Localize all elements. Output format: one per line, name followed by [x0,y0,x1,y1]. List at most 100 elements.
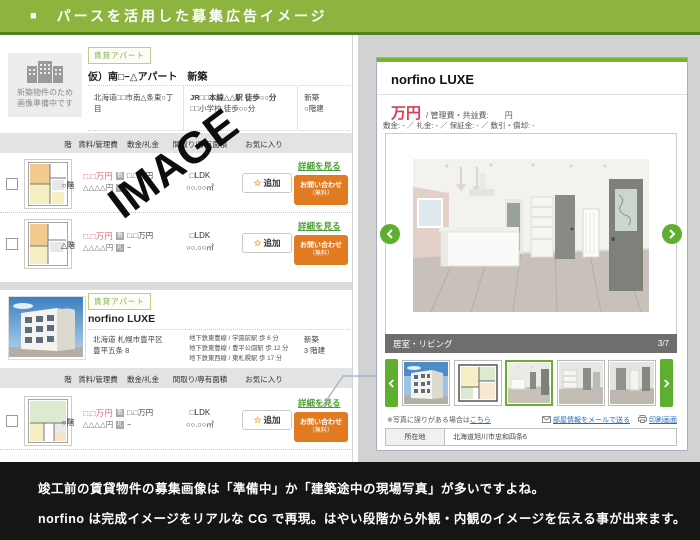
photo-counter: 3/7 [657,339,669,348]
row-checkbox[interactable] [6,238,18,250]
thumb-exterior-image [404,362,448,404]
image-placeholder: 新築物件のため 画像準備中です [8,53,82,117]
star-icon: ☆ [253,237,262,248]
listing1-access: JR□□本線△△駅 徒歩○○分 □□小学校 徒歩○○分 [183,86,299,130]
location-row: 所在地 北海道旭川市忠和四条6 [385,428,677,446]
page-title: パースを活用した募集広告イメージ [56,8,328,24]
thumbnail-exterior[interactable] [402,360,450,406]
photo-report-link[interactable]: こちら [470,415,491,425]
building-icon [27,61,63,83]
thumb-floorplan-image [456,362,500,404]
location-value: 北海道旭川市忠和四条6 [453,434,527,441]
chevron-right-icon [669,229,676,239]
chevron-left-icon [386,229,393,239]
detail-link[interactable]: 詳細を見る [298,397,341,409]
slide-header: ■ パースを活用した募集広告イメージ [0,0,700,35]
chevron-left-icon [388,378,394,388]
photo-caption: 居室・リビング [393,338,453,349]
detail-card: norfino LUXE 万円 / 管理費・共益費: 円 敷金: - ／ 礼金:… [376,57,688,451]
contact-button[interactable]: お問い合わせ （無料） [294,412,348,442]
listing1-title: 仮）南□−△アパート 新築 [88,72,208,83]
footer-line2: norfino は完成イメージをリアルな CG で再現。はやい段階から外観・内観… [38,512,686,526]
listing2-access: 地下鉄東豊線 / 学園前駅 歩 6 分 地下鉄東豊線 / 豊平公園駅 歩 12 … [189,335,289,362]
property-type-badge: 賃貸アパート [88,47,151,64]
listing1-address: 北海道□□市南△条東○丁目 [94,93,174,113]
thumbs-next-button[interactable] [660,359,673,407]
detail-area: norfino LUXE 万円 / 管理費・共益費: 円 敷金: - ／ 礼金:… [358,35,700,462]
col-rent: 賃料/管理費 [78,375,118,384]
col-deposit: 敷金/礼金 [126,140,160,149]
col-floor: 階 [64,375,72,384]
unit-table-header: 階 賃料/管理費 敷金/礼金 間取り/専有面積 お気に入り [0,368,352,388]
footer-caption: 竣工前の賃貸物件の募集画像は「準備中」か「建築途中の現場写真」が多いですよね。 … [0,462,700,540]
col-layout: 間取り/専有面積 [172,375,228,384]
next-photo-button[interactable] [662,224,682,244]
unit-layout: □LDK ○○.○○㎡ [186,171,214,192]
add-favorite-button[interactable]: ☆ 追加 [242,173,292,193]
mail-link[interactable]: 部屋情報をメールで送る [542,415,630,425]
col-rent: 賃料/管理費 [78,140,118,149]
row-checkbox[interactable] [6,415,18,427]
unit-table-header: 階 賃料/管理費 敷金/礼金 間取り/専有面積 お気に入り [0,133,352,153]
thumb-hallway-image [610,362,654,404]
listing1-build-info: 新築 ○階建 [304,93,324,113]
star-icon: ☆ [253,414,262,425]
unit-deposit: 敷 □.□万円 礼 − [116,408,154,429]
detail-link[interactable]: 詳細を見る [298,160,341,172]
photo-links-row: ※写真に誤りがある場合は こちら 部屋情報をメールで送る 印刷画面 [387,415,677,425]
thumbnail-living-selected[interactable] [505,360,553,406]
exterior-photo [9,297,83,357]
section-divider [0,282,352,290]
listing1-info: 北海道□□市南△条東○丁目 JR□□本線△△駅 徒歩○○分 □□小学校 徒歩○○… [88,85,350,131]
contact-button[interactable]: お問い合わせ （無料） [294,235,348,265]
location-label: 所在地 [386,429,445,445]
unit-row: ○階 □.□万円 △△△△円 敷 □.□万円 礼 − □LDK ○○.○○㎡ ☆ 追加 … [0,392,352,450]
col-deposit: 敷金/礼金 [126,375,160,384]
thumbnail-kitchen[interactable] [557,360,605,406]
unit-layout: □LDK ○○.○○㎡ [186,231,214,252]
main-photo [413,159,649,312]
fees-line: 敷金: - ／ 礼金: - ／ 保証金: - ／ 敷引・償却: - [383,121,535,130]
print-link[interactable]: 印刷画面 [638,415,677,425]
detail-link[interactable]: 詳細を見る [298,220,341,232]
divider [377,94,687,95]
thumbnail-hallway[interactable] [608,360,656,406]
listing2-address: 北海道 札幌市豊平区 豊平五条 8 [93,335,163,355]
listing2-title: norfino LUXE [88,313,156,325]
add-favorite-button[interactable]: ☆ 追加 [242,410,292,430]
unit-layout: □LDK ○○.○○㎡ [186,408,214,429]
thumb-living-image [508,363,550,403]
footer-line1: 竣工前の賃貸物件の募集画像は「準備中」か「建築途中の現場写真」が多いですよね。 [38,482,545,496]
col-favorite: お気に入り [245,375,283,384]
printer-icon [638,415,647,423]
card-accent-bar [377,58,687,62]
row-checkbox[interactable] [6,178,18,190]
header-bullet-icon: ■ [30,10,37,22]
listing2-info: 北海道 札幌市豊平区 豊平五条 8 地下鉄東豊線 / 学園前駅 歩 6 分 地下… [88,329,350,369]
listing2-build-info: 新築 3 階建 [303,335,326,355]
unit-deposit: 敷 □.□万円 礼 − [116,171,154,192]
add-favorite-button[interactable]: ☆ 追加 [242,233,292,253]
thumbnail-strip [377,357,687,409]
chevron-right-icon [664,378,670,388]
photo-viewer [380,133,682,335]
building-photo[interactable] [8,296,86,360]
unit-row: ○階 □.□万円 △△△△円 敷 □.□万円 礼 − □LDK ○○.○○㎡ ☆ 追加 … [0,155,352,213]
contact-button[interactable]: お問い合わせ （無料） [294,175,348,205]
photo-note: ※写真に誤りがある場合は [387,417,470,424]
star-icon: ☆ [253,177,262,188]
listing2: 賃貸アパート norfino LUXE 北海道 札幌市豊平区 豊平五条 8 地下… [0,292,352,369]
listing-panel: 新築物件のため 画像準備中です 賃貸アパート 仮）南□−△アパート 新築 北海道… [0,35,353,462]
thumbnail-floorplan[interactable] [454,360,502,406]
unit-deposit: 敷 □.□万円 礼 − [116,231,154,252]
unit-row: △階 □.□万円 △△△△円 敷 □.□万円 礼 − □LDK ○○.○○㎡ ☆ 追加 … [0,215,352,272]
prev-photo-button[interactable] [380,224,400,244]
placeholder-text: 新築物件のため 画像準備中です [17,88,73,108]
detail-title: norfino LUXE [391,72,475,87]
thumbs-prev-button[interactable] [385,359,398,407]
photo-caption-bar: 居室・リビング 3/7 [385,334,677,353]
thumb-kitchen-image [559,362,603,404]
slide: ■ パースを活用した募集広告イメージ 新築物件のため 画像準備中です 賃貸アパー… [0,0,700,540]
col-layout: 間取り/専有面積 [172,140,228,149]
col-floor: 階 [64,140,72,149]
